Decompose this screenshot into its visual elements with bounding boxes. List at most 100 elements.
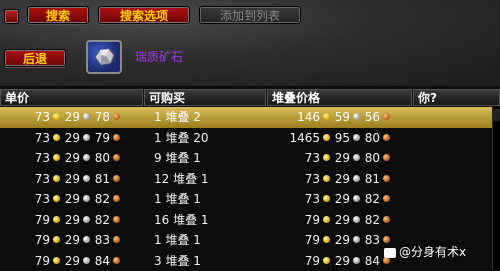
watermark: @分身有术x xyxy=(384,243,466,260)
gold-coin-icon xyxy=(323,195,330,202)
price-copper: 82 xyxy=(94,210,110,231)
gold-coin-icon xyxy=(53,257,60,264)
search-button[interactable]: 搜索 xyxy=(27,6,89,24)
silver-coin-icon xyxy=(353,113,360,120)
price-silver: 29 xyxy=(64,128,80,149)
price-copper: 84 xyxy=(364,251,380,271)
price-silver: 29 xyxy=(64,189,80,210)
back-button[interactable]: 后退 xyxy=(4,49,66,67)
add-to-list-button[interactable]: 添加到列表 xyxy=(199,6,301,24)
price-cell: 79 29 82 xyxy=(20,210,124,231)
price-silver: 29 xyxy=(64,148,80,169)
copper-coin-icon xyxy=(383,195,390,202)
silver-coin-icon xyxy=(83,257,90,264)
price-silver: 29 xyxy=(334,169,350,190)
price-cell: 73 29 82 xyxy=(282,189,394,210)
copper-coin-icon xyxy=(383,175,390,182)
available-cell: 1 堆叠 2 xyxy=(154,107,201,128)
price-gold: 73 xyxy=(20,107,50,128)
table-row[interactable]: 732978 1 堆叠 2 1465956 xyxy=(0,107,492,128)
available-cell: 12 堆叠 1 xyxy=(154,169,209,190)
price-copper: 83 xyxy=(94,230,110,251)
price-silver: 29 xyxy=(334,210,350,231)
price-gold: 73 xyxy=(20,169,50,190)
search-options-button[interactable]: 搜索选项 xyxy=(98,6,190,24)
price-silver: 29 xyxy=(64,230,80,251)
copper-coin-icon xyxy=(383,134,390,141)
price-silver: 29 xyxy=(64,210,80,231)
price-cell: 732981 xyxy=(282,169,394,190)
price-silver: 29 xyxy=(334,189,350,210)
price-cell: 732980 xyxy=(20,148,124,169)
copper-coin-icon xyxy=(383,154,390,161)
price-gold: 73 xyxy=(20,128,50,149)
price-cell: 732979 xyxy=(20,128,124,149)
column-header-available[interactable]: 可购买 xyxy=(144,89,266,106)
gold-coin-icon xyxy=(323,175,330,182)
copper-coin-icon xyxy=(113,134,120,141)
ore-icon[interactable] xyxy=(86,40,122,74)
price-gold: 73 xyxy=(282,148,320,169)
price-cell: 732978 xyxy=(20,107,124,128)
price-copper: 78 xyxy=(94,107,110,128)
price-gold: 73 xyxy=(20,189,50,210)
price-gold: 79 xyxy=(20,251,50,271)
copper-coin-icon xyxy=(113,195,120,202)
price-cell: 792983 xyxy=(20,230,124,251)
price-cell: 1465956 xyxy=(282,107,394,128)
silver-coin-icon xyxy=(83,175,90,182)
camera-icon xyxy=(384,248,396,258)
price-copper: 82 xyxy=(364,189,380,210)
price-copper: 83 xyxy=(364,230,380,251)
close-button[interactable] xyxy=(4,9,19,24)
price-cell: 732981 xyxy=(20,169,124,190)
price-silver: 29 xyxy=(64,251,80,271)
scroll-up-button[interactable] xyxy=(492,109,500,121)
gold-coin-icon xyxy=(53,195,60,202)
available-cell: 1 堆叠 1 xyxy=(154,189,201,210)
copper-coin-icon xyxy=(113,216,120,223)
price-silver: 95 xyxy=(334,128,350,149)
copper-coin-icon xyxy=(113,113,120,120)
column-header-unit-price[interactable]: 单价 xyxy=(0,89,143,106)
copper-coin-icon xyxy=(113,236,120,243)
silver-coin-icon xyxy=(83,195,90,202)
price-cell: 14659580 xyxy=(282,128,394,149)
table-row[interactable]: 79 29 82 16 堆叠 1 79 29 82 xyxy=(0,210,492,231)
copper-coin-icon xyxy=(113,154,120,161)
gold-coin-icon xyxy=(323,134,330,141)
silver-coin-icon xyxy=(83,113,90,120)
price-copper: 81 xyxy=(94,169,110,190)
price-cell: 792984 xyxy=(20,251,124,271)
price-copper: 80 xyxy=(364,128,380,149)
table-row[interactable]: 7329809 堆叠 1732980 xyxy=(0,148,492,169)
gold-coin-icon xyxy=(53,154,60,161)
gold-coin-icon xyxy=(323,113,330,120)
item-name[interactable]: 瑞质矿石 xyxy=(135,48,183,65)
silver-coin-icon xyxy=(83,236,90,243)
scrollbar[interactable] xyxy=(492,107,500,269)
column-header-stack-price[interactable]: 堆叠价格 xyxy=(267,89,412,106)
copper-coin-icon xyxy=(383,113,390,120)
gold-coin-icon xyxy=(323,154,330,161)
watermark-text: @分身有术x xyxy=(399,245,466,259)
available-cell: 16 堆叠 1 xyxy=(154,210,209,231)
price-copper: 56 xyxy=(364,107,380,128)
gold-coin-icon xyxy=(53,113,60,120)
table-row[interactable]: 73 29 82 1 堆叠 1 73 29 82 xyxy=(0,189,492,210)
price-copper: 82 xyxy=(94,189,110,210)
gold-coin-icon xyxy=(53,134,60,141)
gold-coin-icon xyxy=(53,236,60,243)
silver-coin-icon xyxy=(353,257,360,264)
table-row[interactable]: 73298112 堆叠 1732981 xyxy=(0,169,492,190)
copper-coin-icon xyxy=(113,257,120,264)
column-header-you[interactable]: 你? xyxy=(413,89,500,106)
price-gold: 73 xyxy=(282,189,320,210)
table-row[interactable]: 7329791 堆叠 2014659580 xyxy=(0,128,492,149)
silver-coin-icon xyxy=(83,216,90,223)
silver-coin-icon xyxy=(83,134,90,141)
price-gold: 79 xyxy=(20,210,50,231)
silver-coin-icon xyxy=(353,154,360,161)
copper-coin-icon xyxy=(383,216,390,223)
price-gold: 146 xyxy=(282,107,320,128)
